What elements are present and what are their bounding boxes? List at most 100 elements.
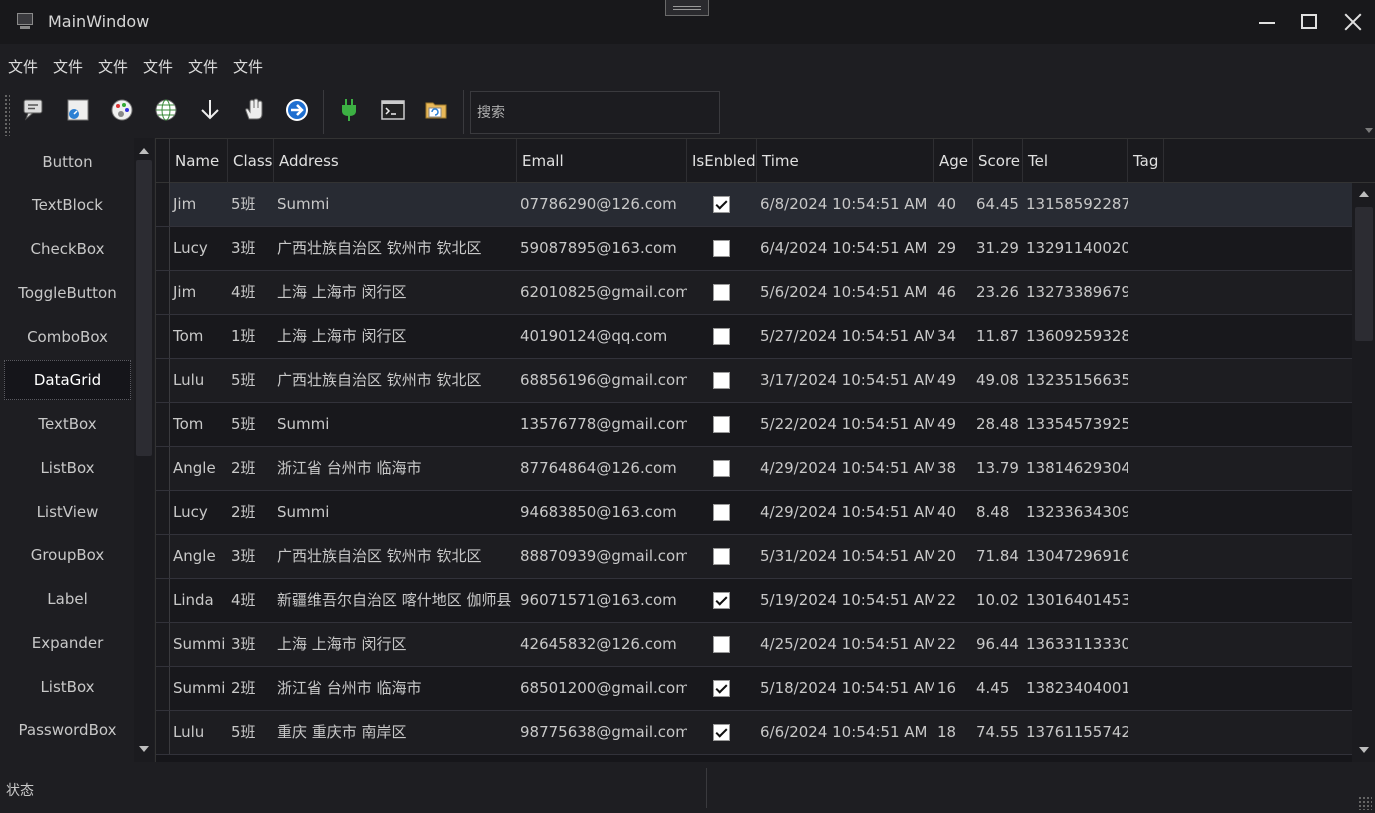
cell-tag[interactable] [1128,491,1164,534]
cell-email[interactable]: 62010825@gmail.com [517,271,687,314]
cell-age[interactable]: 29 [934,227,973,270]
sidebar-item-listview[interactable]: ListView [4,492,131,532]
row-header[interactable] [156,403,170,446]
cell-class[interactable]: 5班 [228,183,274,226]
cell-time[interactable]: 6/4/2024 10:54:51 AM [757,227,934,270]
sidebar-item-expander[interactable]: Expander [4,623,131,663]
sidebar-item-listbox[interactable]: ListBox [4,448,131,488]
toolbar-overflow-icon[interactable] [1365,128,1373,133]
cell-age[interactable]: 16 [934,667,973,710]
cell-address[interactable]: Summi [274,403,517,446]
table-row[interactable]: Jim 5班 Summi 07786290@126.com 6/8/2024 10:54… [156,183,1352,227]
column-header-tel[interactable]: Tel [1023,139,1128,183]
row-header[interactable] [156,359,170,402]
cell-email[interactable]: 88870939@gmail.com [517,535,687,578]
column-header-name[interactable]: Name [170,139,228,183]
isenabled-checkbox[interactable] [713,592,730,609]
cell-email[interactable]: 40190124@qq.com [517,315,687,358]
cell-name[interactable]: Tom [170,403,228,446]
menu-file-4[interactable]: 文件 [143,56,173,77]
cell-address[interactable]: 广西壮族自治区 钦州市 钦北区 [274,359,517,402]
cell-age[interactable]: 22 [934,623,973,666]
sidebar-item-label[interactable]: Label [4,579,131,619]
sidebar-item-listbox-2[interactable]: ListBox [4,667,131,707]
cell-tag[interactable] [1128,535,1164,578]
sidebar-item-button[interactable]: Button [4,142,131,182]
cell-tag[interactable] [1128,227,1164,270]
row-header[interactable] [156,711,170,754]
table-row[interactable]: Lulu 5班 广西壮族自治区 钦州市 钦北区 68856196@gmail.com 3… [156,359,1352,403]
cell-tel[interactable]: 13158592287 [1023,183,1128,226]
cell-email[interactable]: 96071571@163.com [517,579,687,622]
table-row[interactable]: Lucy 3班 广西壮族自治区 钦州市 钦北区 59087895@163.com 6/4… [156,227,1352,271]
column-header-class[interactable]: Class [228,139,274,183]
cell-tel[interactable]: 13047296916 [1023,535,1128,578]
row-header[interactable] [156,447,170,490]
cell-tel[interactable]: 13814629304 [1023,447,1128,490]
cell-name[interactable]: Tom [170,315,228,358]
column-header-age[interactable]: Age [934,139,973,183]
cell-name[interactable]: Linda [170,579,228,622]
row-header[interactable] [156,227,170,270]
sidebar-item-groupbox[interactable]: GroupBox [4,535,131,575]
isenabled-checkbox[interactable] [713,724,730,741]
cell-address[interactable]: 浙江省 台州市 临海市 [274,667,517,710]
cell-class[interactable]: 2班 [228,491,274,534]
resize-grip[interactable] [1358,796,1372,810]
cell-address[interactable]: 新疆维吾尔自治区 喀什地区 伽师县 [274,579,517,622]
cell-age[interactable]: 49 [934,359,973,402]
drag-handle[interactable] [665,0,709,16]
cell-score[interactable]: 8.48 [973,491,1023,534]
cell-email[interactable]: 13576778@gmail.com [517,403,687,446]
isenabled-checkbox[interactable] [713,372,730,389]
scroll-up-icon[interactable] [139,148,149,154]
cell-time[interactable]: 6/6/2024 10:54:51 AM [757,711,934,754]
sidebar-item-datagrid[interactable]: DataGrid [4,360,131,400]
cell-time[interactable]: 4/29/2024 10:54:51 AM [757,491,934,534]
cell-time[interactable]: 5/6/2024 10:54:51 AM [757,271,934,314]
cell-address[interactable]: 广西壮族自治区 钦州市 钦北区 [274,535,517,578]
sidebar-item-combobox[interactable]: ComboBox [4,317,131,357]
cell-address[interactable]: 上海 上海市 闵行区 [274,271,517,314]
cell-score[interactable]: 64.45 [973,183,1023,226]
cell-email[interactable]: 07786290@126.com [517,183,687,226]
menu-file-5[interactable]: 文件 [188,56,218,77]
cell-email[interactable]: 68501200@gmail.com [517,667,687,710]
cell-time[interactable]: 6/8/2024 10:54:51 AM [757,183,934,226]
isenabled-checkbox[interactable] [713,680,730,697]
menu-file-3[interactable]: 文件 [98,56,128,77]
cell-score[interactable]: 49.08 [973,359,1023,402]
cell-tel[interactable]: 13291140020 [1023,227,1128,270]
sidebar-item-textbox[interactable]: TextBox [4,404,131,444]
cell-score[interactable]: 10.02 [973,579,1023,622]
cell-tel[interactable]: 13233634309 [1023,491,1128,534]
cell-email[interactable]: 94683850@163.com [517,491,687,534]
hand-button[interactable] [240,96,268,124]
column-header-address[interactable]: Address [274,139,517,183]
cell-tag[interactable] [1128,711,1164,754]
row-header[interactable] [156,579,170,622]
cell-address[interactable]: 重庆 重庆市 南岸区 [274,711,517,754]
cell-name[interactable]: Jim [170,183,228,226]
cell-time[interactable]: 3/17/2024 10:54:51 AM [757,359,934,402]
table-row[interactable]: Lulu 5班 重庆 重庆市 南岸区 98775638@gmail.com 6/6/20… [156,711,1352,755]
toolbar-grip[interactable] [4,94,10,136]
grid-scroll-thumb[interactable] [1355,207,1373,341]
menu-file-6[interactable]: 文件 [233,56,263,77]
cell-name[interactable]: Lulu [170,711,228,754]
cell-score[interactable]: 11.87 [973,315,1023,358]
cell-tag[interactable] [1128,579,1164,622]
isenabled-checkbox[interactable] [713,196,730,213]
cell-age[interactable]: 20 [934,535,973,578]
isenabled-checkbox[interactable] [713,636,730,653]
isenabled-checkbox[interactable] [713,504,730,521]
cell-name[interactable]: Lulu [170,359,228,402]
table-row[interactable]: Jim 4班 上海 上海市 闵行区 62010825@gmail.com 5/6/202… [156,271,1352,315]
cell-class[interactable]: 3班 [228,623,274,666]
table-row[interactable]: Tom 5班 Summi 13576778@gmail.com 5/22/2024 10… [156,403,1352,447]
scroll-up-icon[interactable] [1359,191,1369,197]
maximize-button[interactable] [1297,10,1321,34]
cell-tel[interactable]: 13016401453 [1023,579,1128,622]
table-row[interactable]: Linda 4班 新疆维吾尔自治区 喀什地区 伽师县 96071571@163.com… [156,579,1352,623]
select-all-corner[interactable] [156,139,170,183]
